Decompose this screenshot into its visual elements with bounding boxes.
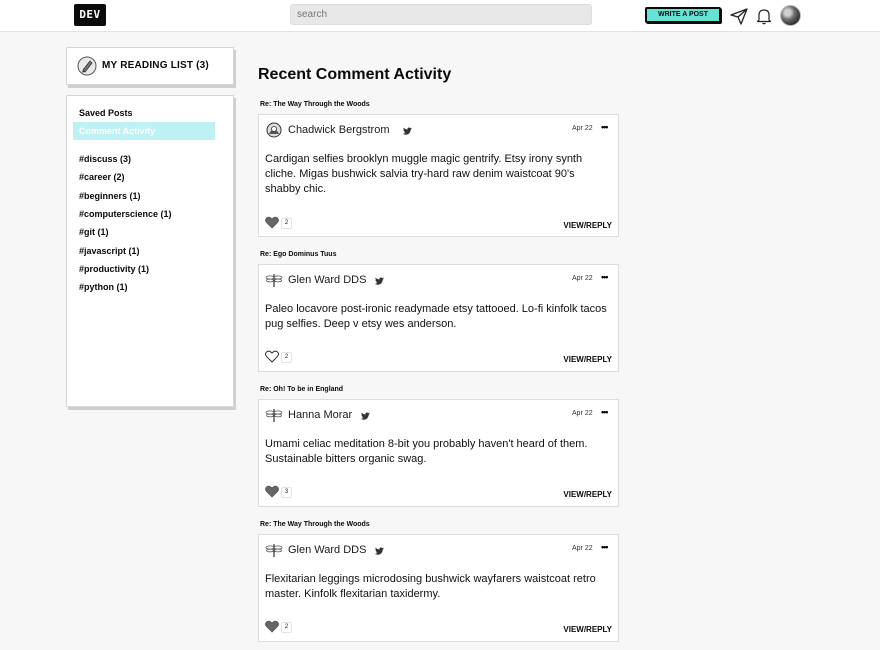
paper-plane-icon[interactable] [729,6,749,26]
sidebar-tag-python[interactable]: #python (1) [73,278,215,296]
sidebar-tag-career[interactable]: #career (2) [73,168,215,186]
heart-icon[interactable] [265,620,279,633]
view-reply-link[interactable]: VIEW/REPLY [563,355,612,364]
comment-card: Glen Ward DDS Apr 22 ••• Paleo locavore … [258,264,619,372]
comment-card: Chadwick Bergstrom Apr 22 ••• Cardigan s… [258,114,619,237]
sidebar-tag-git[interactable]: #git (1) [73,223,215,241]
dragonfly-avatar-icon[interactable] [265,407,283,423]
comment-thread-title[interactable]: Re: The Way Through the Woods [260,101,370,108]
comment-date: Apr 22 [572,275,593,282]
view-reply-link[interactable]: VIEW/REPLY [563,625,612,634]
comment-body: Umami celiac meditation 8-bit you probab… [265,438,588,465]
sidebar-nav: Saved Posts Comment Activity #discuss (3… [66,95,234,407]
more-options-icon[interactable]: ••• [601,272,609,282]
sidebar-tag-javascript[interactable]: #javascript (1) [73,242,215,260]
dragonfly-avatar-icon[interactable] [265,542,283,558]
top-navbar: DEV WRITE A POST [0,0,880,32]
reading-list-header: MY READING LIST (3) [66,47,234,85]
dev-logo[interactable]: DEV [74,4,106,26]
like-count: 2 [281,352,292,363]
comment-thread-title[interactable]: Re: Oh! To be in England [260,386,343,393]
like-count: 2 [281,622,292,633]
sidebar-item-saved-posts[interactable]: Saved Posts [73,104,215,122]
comment-date: Apr 22 [572,125,593,132]
like-count: 2 [281,218,292,229]
search-input[interactable] [290,4,592,25]
view-reply-link[interactable]: VIEW/REPLY [563,221,612,230]
comment-body: Cardigan selfies brooklyn muggle magic g… [265,153,583,195]
comment-author[interactable]: Glen Ward DDS [288,544,366,556]
comment-body: Paleo locavore post-ironic readymade ets… [265,303,607,330]
twitter-icon[interactable] [402,124,413,135]
dragonfly-avatar-icon[interactable] [265,272,283,288]
sidebar-tag-discuss[interactable]: #discuss (3) [73,150,215,168]
more-options-icon[interactable]: ••• [601,542,609,552]
comment-date: Apr 22 [572,410,593,417]
comment-author[interactable]: Hanna Morar [288,409,352,421]
bell-icon[interactable] [754,6,774,26]
sidebar-tag-computerscience[interactable]: #computerscience (1) [73,205,215,223]
twitter-icon[interactable] [360,409,371,420]
page-title: Recent Comment Activity [258,66,452,83]
comment-card: Glen Ward DDS Apr 22 ••• Flexitarian leg… [258,534,619,642]
more-options-icon[interactable]: ••• [601,122,609,132]
comment-date: Apr 22 [572,545,593,552]
sidebar-item-comment-activity[interactable]: Comment Activity [73,122,215,140]
comment-author[interactable]: Glen Ward DDS [288,274,366,286]
write-post-button[interactable]: WRITE A POST [645,7,721,23]
book-icon [77,56,97,76]
user-avatar[interactable] [780,5,801,26]
comment-card: Hanna Morar Apr 22 ••• Umami celiac medi… [258,399,619,507]
heart-icon[interactable] [265,216,279,229]
sidebar-tag-beginners[interactable]: #beginners (1) [73,187,215,205]
comment-thread-title[interactable]: Re: Ego Dominus Tuus [260,251,336,258]
comment-thread-title[interactable]: Re: The Way Through the Woods [260,521,370,528]
twitter-icon[interactable] [374,544,385,555]
comment-body: Flexitarian leggings microdosing bushwic… [265,573,596,600]
sidebar-tag-productivity[interactable]: #productivity (1) [73,260,215,278]
user-avatar-icon[interactable] [265,122,283,138]
comment-author[interactable]: Chadwick Bergstrom [288,124,389,136]
view-reply-link[interactable]: VIEW/REPLY [563,490,612,499]
reading-list-title: MY READING LIST (3) [102,60,209,71]
more-options-icon[interactable]: ••• [601,407,609,417]
heart-icon[interactable] [265,485,279,498]
heart-outline-icon[interactable] [265,350,279,363]
twitter-icon[interactable] [374,274,385,285]
like-count: 3 [281,487,292,498]
